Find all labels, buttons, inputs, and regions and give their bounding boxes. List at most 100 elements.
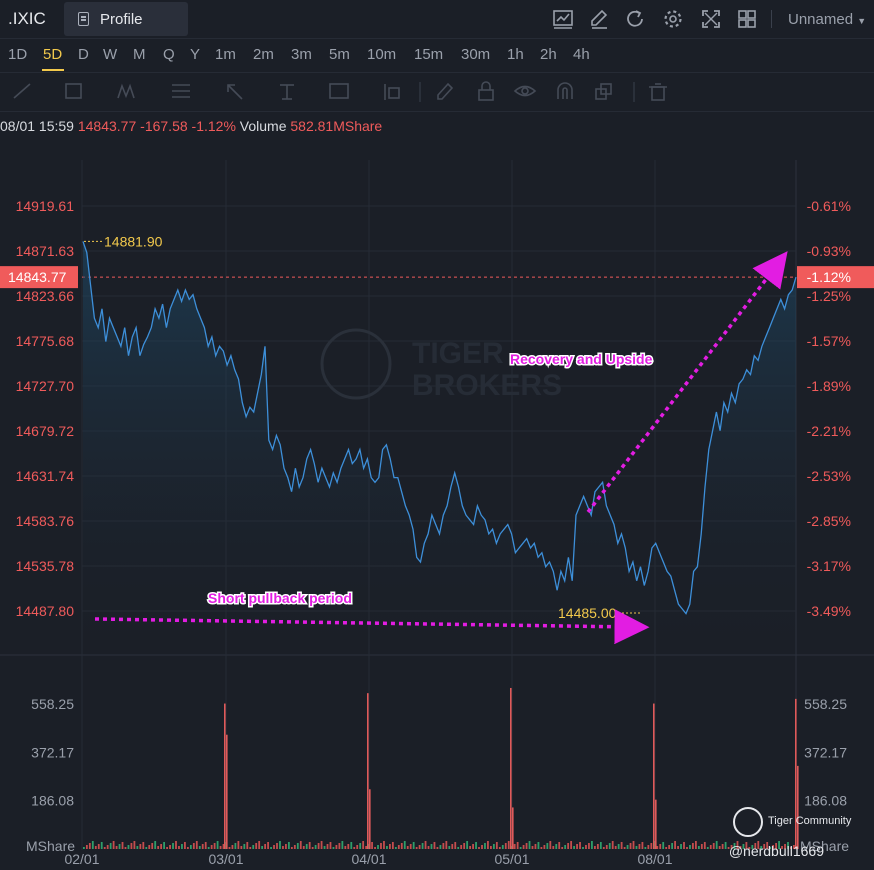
timeframe-2m[interactable]: 2m [253,46,274,63]
timeframe-w[interactable]: W [103,46,117,63]
line-tool-icon[interactable] [13,83,31,99]
timeframe-5d[interactable]: 5D [43,46,62,63]
text-tool-icon[interactable] [280,84,294,100]
volume-bar [700,844,703,849]
volume-bar [478,847,480,849]
volume-bar [403,841,406,849]
volume-bar [519,847,522,849]
layout-grid-icon[interactable] [736,8,758,30]
volume-bar [537,842,540,849]
volume-bar [599,842,602,849]
timeframe-m[interactable]: M [133,46,146,63]
magnet-icon[interactable] [557,82,573,99]
volume-bar [623,847,626,849]
volume-bar [466,841,469,849]
price-chart[interactable]: TIGERBROKERS 14919.61 -0.61% 14871.63 -0.93… [0,138,874,870]
volume-bar [353,847,356,849]
divider [771,10,772,28]
fullscreen-icon[interactable] [700,8,722,30]
rectangle-tool-icon[interactable] [65,83,82,99]
pct-tick-label: -0.61% [807,198,851,214]
volume-bar [198,846,201,849]
pct-tick-label: -1.89% [807,378,851,394]
note-tool-icon[interactable] [329,83,349,99]
volume-bar [635,846,638,849]
pen-icon[interactable] [437,82,454,100]
volume-bar [605,845,608,849]
volume-bar [249,847,252,849]
volume-bar [436,847,439,849]
volume-bar [558,842,561,849]
timeframe-1m[interactable]: 1m [215,46,236,63]
volume-bar [237,841,240,849]
gear-icon[interactable] [662,8,684,30]
arrow-tool-icon[interactable] [227,84,243,100]
volume-bar [130,843,133,849]
trash-icon[interactable] [649,83,667,101]
volume-bar [157,846,160,849]
timeframe-30m[interactable]: 30m [461,46,490,63]
timeframe-10m[interactable]: 10m [367,46,396,63]
x-tick-label: 05/01 [494,851,529,867]
lock-icon[interactable] [478,81,494,101]
volume-bar [386,846,388,849]
community-label: Tiger Community [768,815,852,827]
pullback-annotation: Short pullback period [208,590,352,606]
symbol-label[interactable]: .IXIC [8,9,46,29]
volume-bar [112,841,115,849]
tab-profile[interactable]: Profile [64,2,188,36]
volume-bar [671,843,674,849]
volume-bar [617,844,620,849]
timeframe-15m[interactable]: 15m [414,46,443,63]
chart-icon[interactable] [552,8,574,30]
eye-icon[interactable] [513,85,537,97]
top-bar: .IXIC Profile Unnamed ▼ [0,0,874,39]
timeframe-1h[interactable]: 1h [507,46,524,63]
volume-bar [709,845,712,849]
volume-bar [561,847,564,849]
pencil-icon[interactable] [588,8,610,30]
volume-bar [552,846,555,849]
volume-bar [163,842,166,849]
volume-bar [546,843,549,849]
timeframe-1d[interactable]: 1D [8,46,27,63]
volume-bar [555,844,558,849]
watermark-text: TIGER [412,337,504,370]
measure-tool-icon[interactable] [384,84,400,100]
timeframe-5m[interactable]: 5m [329,46,350,63]
volume-bar [442,843,445,849]
volume-bar [457,847,460,849]
pattern-tool-icon[interactable] [117,83,135,99]
volume-bar [192,843,195,849]
volume-bar [270,847,272,849]
volume-bar [243,844,246,849]
volume-bar [359,843,362,849]
volume-value: 582.81MShare [290,118,383,134]
volume-bar [490,846,492,849]
high-label: 14881.90 [104,233,163,249]
price-tick-label: 14487.80 [16,603,75,619]
recovery-annotation: Recovery and Upside [510,351,653,367]
volume-bar [151,843,154,849]
volume-bar [528,841,531,849]
timeframe-q[interactable]: Q [163,46,175,63]
timeframe-3m[interactable]: 3m [291,46,312,63]
timeframe-y[interactable]: Y [190,46,200,63]
volume-spike [512,807,514,849]
volume-bar [715,841,718,849]
workspace-dropdown[interactable]: Unnamed ▼ [788,11,866,28]
volume-bar [680,844,682,849]
fib-tool-icon[interactable] [172,84,190,98]
timeframe-2h[interactable]: 2h [540,46,557,63]
volume-bar [323,846,326,849]
document-icon [78,12,89,26]
refresh-icon[interactable] [624,8,646,30]
copy-icon[interactable] [595,83,612,100]
low-label: 14485.00 [558,605,617,621]
timeframe-4h[interactable]: 4h [573,46,590,63]
volume-tick-label-right: 372.17 [804,744,847,760]
timeframe-d[interactable]: D [78,46,89,63]
volume-bar [287,842,290,849]
volume-bar [240,846,243,849]
price-tick-label: 14727.70 [16,378,75,394]
